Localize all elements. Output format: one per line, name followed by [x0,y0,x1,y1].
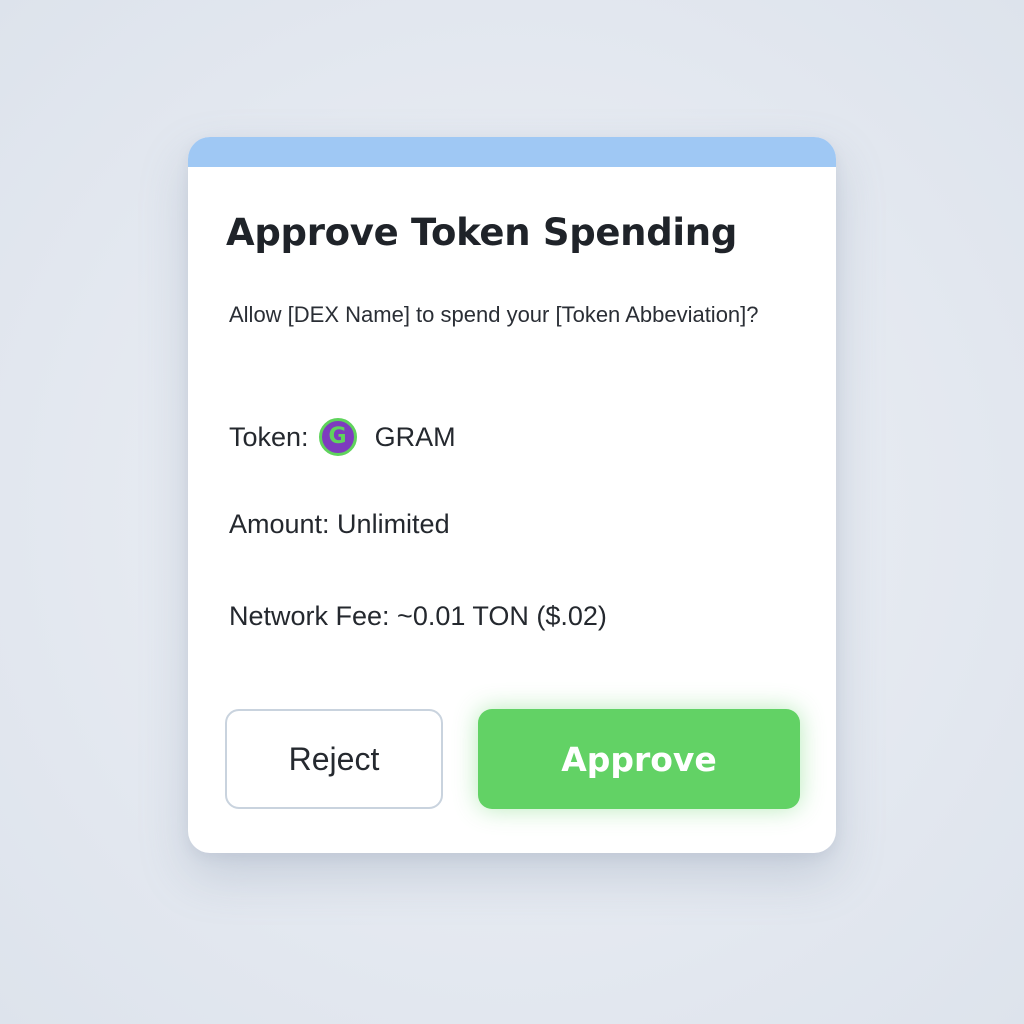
dialog-subtitle: Allow [DEX Name] to spend your [Token Ab… [229,302,759,327]
dialog-header-bar [188,137,836,167]
approve-token-dialog: Approve Token Spending Allow [DEX Name] … [188,137,836,853]
token-value: GRAM [374,421,456,452]
token-icon-letter: G [328,424,347,449]
dialog-title: Approve Token Spending [226,211,738,254]
network-fee-row: Network Fee: ~0.01 TON ($.02) [229,601,607,631]
amount-row: Amount: Unlimited [229,509,450,539]
approve-button[interactable]: Approve [478,709,800,809]
backdrop: Approve Token Spending Allow [DEX Name] … [0,0,1024,1024]
token-label: Token: [229,421,309,452]
reject-button[interactable]: Reject [225,709,443,809]
token-row: Token: G GRAM [229,418,456,456]
gram-token-icon: G [318,418,357,456]
